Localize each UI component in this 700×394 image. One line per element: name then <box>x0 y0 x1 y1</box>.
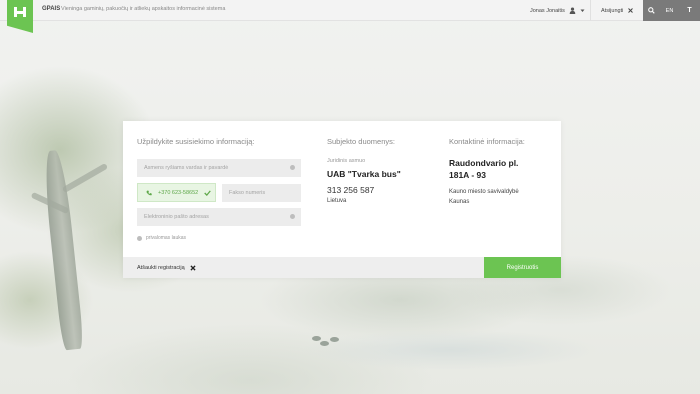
municipality: Kauno miesto savivaldybė <box>449 189 519 195</box>
registration-card: Užpildykite susisiekimo informaciją: Asm… <box>123 121 561 278</box>
contact-title: Kontaktinė informacija: <box>449 137 525 146</box>
background-duck <box>312 336 321 341</box>
user-name: Jonas Jonaitis <box>530 7 565 14</box>
subject-type: Juridinis asmuo <box>327 158 366 164</box>
city: Kaunas <box>449 199 470 205</box>
background-duck <box>330 337 339 342</box>
required-icon <box>290 165 295 170</box>
required-icon <box>137 235 142 241</box>
search-button[interactable] <box>643 0 660 21</box>
caret-down-icon <box>580 9 585 12</box>
phone-value: +370 623-58652 <box>158 189 199 196</box>
language-button[interactable]: EN <box>660 0 679 21</box>
search-icon <box>648 7 655 14</box>
subject-title: Subjekto duomenys: <box>327 137 395 146</box>
font-size-icon: T <box>687 7 692 14</box>
card-footer: Atšaukti registraciją Registruotis <box>123 257 561 278</box>
subject-name: UAB "Tvarka bus" <box>327 169 401 179</box>
app-description: Vieninga gaminių, pakuočių ir atliekų ap… <box>61 6 226 12</box>
email-placeholder: Elektroninio pašto adresas <box>144 214 209 220</box>
phone-field[interactable]: +370 623-58652 <box>137 183 216 202</box>
app-name: GPAIS <box>42 6 61 12</box>
cancel-registration-button[interactable]: Atšaukti registraciją <box>137 257 196 278</box>
user-menu[interactable]: Jonas Jonaitis <box>522 0 590 21</box>
contact-name-placeholder: Asmens ryšiams vardas ir pavardė <box>144 165 229 171</box>
subject-country: Lietuva <box>327 198 347 204</box>
background-duck <box>320 341 329 346</box>
logout-label: Atsijungti <box>601 7 624 14</box>
top-navbar: GPAIS Vieninga gaminių, pakuočių ir atli… <box>0 0 700 33</box>
register-button[interactable]: Registruotis <box>484 257 561 278</box>
fax-field[interactable]: Fakso numeris <box>222 184 301 202</box>
email-field[interactable]: Elektroninio pašto adresas <box>137 208 301 226</box>
form-title: Užpildykite susisiekimo informaciją: <box>137 137 255 146</box>
close-icon <box>190 264 196 271</box>
cancel-label: Atšaukti registraciją <box>137 264 185 271</box>
contact-city-block: Kauno miesto savivaldybė Kaunas <box>449 187 519 207</box>
address-line-2: 181A - 93 <box>449 169 487 180</box>
required-note-text: privalomas laukas <box>146 235 187 241</box>
check-icon <box>204 189 212 196</box>
required-icon <box>290 214 295 219</box>
logout-button[interactable]: Atsijungti <box>590 0 643 21</box>
contact-address: Raudondvario pl. 181A - 93 <box>449 158 518 181</box>
contact-name-field[interactable]: Asmens ryšiams vardas ir pavardė <box>137 159 301 177</box>
required-note: privalomas laukas <box>137 235 186 241</box>
phone-icon <box>146 190 152 195</box>
fax-placeholder: Fakso numeris <box>229 190 266 196</box>
font-size-button[interactable]: T <box>679 0 700 21</box>
subject-phone: 313 256 587 <box>327 185 375 195</box>
background-water <box>300 330 600 370</box>
address-line-1: Raudondvario pl. <box>449 158 519 168</box>
close-icon <box>628 8 634 13</box>
user-icon <box>569 7 576 14</box>
logo-icon <box>14 7 26 17</box>
